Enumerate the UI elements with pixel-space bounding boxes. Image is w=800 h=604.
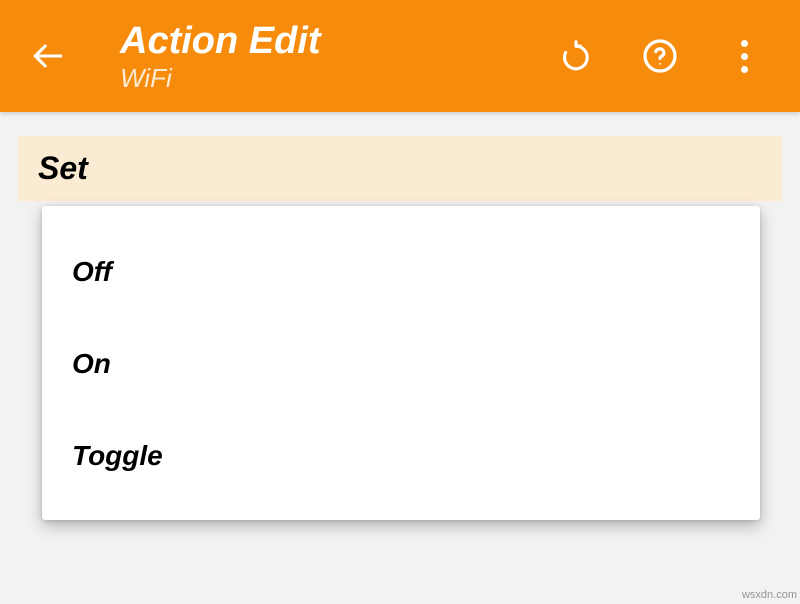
header-actions xyxy=(552,32,768,80)
set-options-menu: Off On Toggle xyxy=(42,206,760,520)
back-button[interactable] xyxy=(24,32,72,80)
app-header: Action Edit WiFi xyxy=(0,0,800,112)
title-block: Action Edit WiFi xyxy=(120,20,552,92)
overflow-icon xyxy=(741,40,748,73)
menu-item-on[interactable]: On xyxy=(42,318,760,410)
page-subtitle: WiFi xyxy=(120,64,552,93)
content-area: Set xyxy=(0,112,800,201)
menu-item-toggle[interactable]: Toggle xyxy=(42,410,760,502)
menu-item-off[interactable]: Off xyxy=(42,226,760,318)
section-header-set: Set xyxy=(18,136,782,201)
back-arrow-icon xyxy=(31,39,65,73)
undo-button[interactable] xyxy=(552,32,600,80)
page-title: Action Edit xyxy=(120,20,552,64)
help-button[interactable] xyxy=(636,32,684,80)
help-icon xyxy=(642,38,678,74)
watermark: wsxdn.com xyxy=(742,589,797,601)
overflow-menu-button[interactable] xyxy=(720,32,768,80)
undo-icon xyxy=(559,39,593,73)
